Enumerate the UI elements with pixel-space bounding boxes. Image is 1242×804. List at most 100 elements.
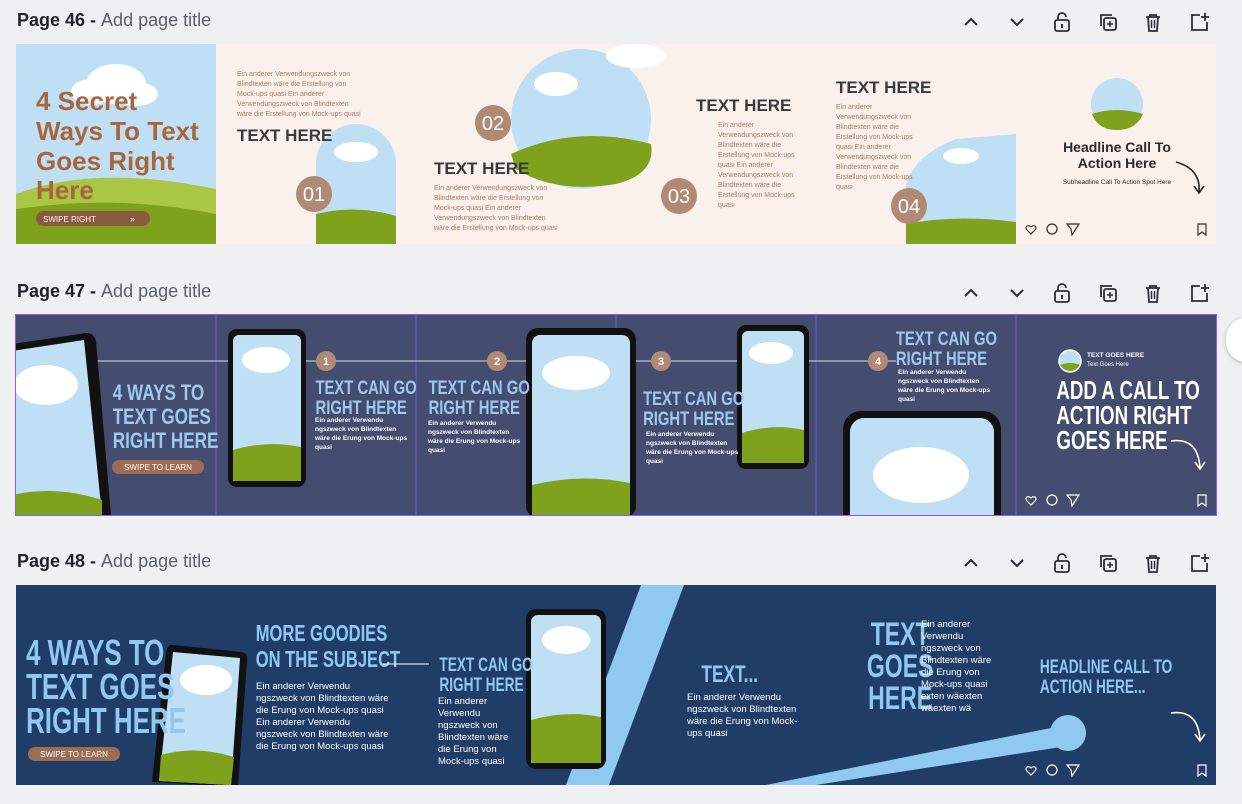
page-48-canvas[interactable]: 4 WAYS TO TEXT GOES RIGHT HERE SWIPE TO … xyxy=(16,585,1216,785)
delete-page-button[interactable] xyxy=(1139,8,1167,36)
phone-mockup xyxy=(526,609,606,769)
step-heading: TEXT HERE xyxy=(237,126,332,145)
cta-heading-line: GOES HERE xyxy=(1056,425,1167,455)
step-body-line: quasi xyxy=(898,396,915,403)
phone-mockup xyxy=(16,333,111,515)
page-title[interactable]: Page 46 - Add page title xyxy=(17,10,211,31)
page-title-placeholder[interactable]: Add page title xyxy=(101,281,211,301)
step-body-line: Blindtexten wäre xyxy=(438,732,508,743)
duplicate-page-button[interactable] xyxy=(1094,8,1122,36)
goodies-body-line: ngszweck von Blindtexten wäre xyxy=(256,693,389,704)
step-body-line: ups quasi xyxy=(687,728,728,739)
move-page-down-button[interactable] xyxy=(1003,549,1031,577)
step-body-line: Verwendungszweck von xyxy=(836,154,911,161)
page-title[interactable]: Page 47 - Add page title xyxy=(17,281,211,302)
swipe-label: SWIPE RIGHT xyxy=(43,215,96,224)
step-body-line: Mock-ups quasi Ein anderer xyxy=(237,91,325,98)
accent-circle xyxy=(1050,715,1086,751)
add-page-button[interactable] xyxy=(1185,549,1213,577)
step-body-line: die Erung von xyxy=(921,667,980,678)
move-page-down-button[interactable] xyxy=(1003,279,1031,307)
goodies-body-line: die Erung von Mock-ups quasi xyxy=(256,705,384,716)
step-body-line: exten wäexten xyxy=(921,691,982,702)
swipe-label: SWIPE TO LEARN xyxy=(40,750,108,759)
step-body-line: Verwendungszweck von xyxy=(718,172,793,179)
step-number: 04 xyxy=(898,196,920,218)
goodies-body-line: die Erung von Mock-ups quasi xyxy=(256,741,384,752)
side-scroll-handle[interactable] xyxy=(1226,318,1242,362)
step-body-line: quasi xyxy=(428,447,445,454)
step-body-line: ngszweck von Blindtexten xyxy=(428,429,509,436)
phone-mockup xyxy=(737,325,809,469)
delete-page-button[interactable] xyxy=(1139,549,1167,577)
step-number: 02 xyxy=(482,113,504,135)
step-heading-line: TEXT CAN GO xyxy=(643,388,744,409)
phone-mockup xyxy=(228,329,306,487)
step-heading-line: RIGHT HERE xyxy=(896,348,987,369)
duplicate-icon xyxy=(1100,555,1117,572)
step-body-line: Ein anderer xyxy=(718,122,755,129)
step-body-line: Ein anderer Verwendu xyxy=(687,692,781,703)
move-page-up-button[interactable] xyxy=(957,8,985,36)
step-body-line: Erstellung von Mock-ups xyxy=(718,152,795,159)
lock-page-button[interactable] xyxy=(1048,549,1076,577)
step-number: 4 xyxy=(875,356,882,368)
cta-heading-line: Action Here xyxy=(1078,155,1157,171)
add-page-button[interactable] xyxy=(1185,279,1213,307)
page-47-canvas[interactable]: 1 2 3 4 4 WAYS TO TEXT GOES RIGHT HERE S… xyxy=(15,314,1217,516)
page-46-canvas[interactable]: 4 Secret Ways To Text Goes Right Here SW… xyxy=(16,44,1216,244)
chevron-up-icon xyxy=(964,17,978,26)
goodies-body-line: ngszweck von Blindtexten wäre xyxy=(256,729,389,740)
goodies-body-line: Ein anderer Verwendu xyxy=(256,717,350,728)
step-body-line: ngszweck von Blindtexten xyxy=(315,426,396,433)
step-body-line: Ein anderer xyxy=(836,104,873,111)
step-body-line: Ein anderer Verwendu xyxy=(315,417,383,424)
step-body-line: quasi xyxy=(836,184,853,191)
duplicate-page-button[interactable] xyxy=(1094,279,1122,307)
page-46-header: Page 46 - Add page title xyxy=(0,0,1242,44)
step-body-line: ngszweck von Blindtexten xyxy=(687,704,796,715)
goodies-heading-line: ON THE SUBJECT xyxy=(256,647,401,672)
cover-title-line: 4 WAYS TO xyxy=(113,381,205,406)
step-body-line: Blindtexten wäre die xyxy=(718,182,781,189)
step-body-line: quasi xyxy=(315,444,332,451)
page-title[interactable]: Page 48 - Add page title xyxy=(17,551,211,572)
cover-title-line: 4 Secret xyxy=(36,86,138,116)
step-body-line: die Erung von xyxy=(438,744,497,755)
lock-page-button[interactable] xyxy=(1048,279,1076,307)
step-body-line: ngszweck von xyxy=(921,643,981,654)
cta-heading-line: ACTION HERE... xyxy=(1040,676,1146,698)
chevron-down-icon xyxy=(1010,559,1024,568)
cover-title-line: TEXT GOES xyxy=(113,405,211,430)
step-heading-line: TEXT CAN GO xyxy=(316,377,417,398)
cover-title-line: Here xyxy=(36,175,94,205)
step-body-line: Verwendungszweck von xyxy=(718,132,793,139)
profile-name: TEXT GOES HERE xyxy=(1087,352,1145,359)
add-page-button[interactable] xyxy=(1185,8,1213,36)
page-title-placeholder[interactable]: Add page title xyxy=(101,551,211,571)
step-body-line: Mock-ups quasi xyxy=(921,679,988,690)
step-body-line: ngszweck von Blindtexten xyxy=(898,378,979,385)
step-heading-line: TEXT CAN GO xyxy=(429,377,530,398)
move-page-down-button[interactable] xyxy=(1003,8,1031,36)
step-body-line: Blindtexten wäre xyxy=(921,655,991,666)
profile-handle: Text Goes Here xyxy=(1087,362,1129,368)
step-body-line: Blindtexten wäre die xyxy=(718,142,781,149)
step-body-line: Ein anderer Verwendungszweck von xyxy=(237,71,350,78)
cta-heading-line: Headline Call To xyxy=(1063,139,1171,155)
duplicate-page-button[interactable] xyxy=(1094,549,1122,577)
step-body-line: Verwendu xyxy=(438,708,480,719)
lock-page-button[interactable] xyxy=(1048,8,1076,36)
step-heading-line: RIGHT HERE xyxy=(429,397,520,418)
lock-icon xyxy=(1054,553,1070,573)
step-body-line: ngszweck von xyxy=(438,720,498,731)
delete-page-button[interactable] xyxy=(1139,279,1167,307)
move-page-up-button[interactable] xyxy=(957,549,985,577)
goodies-body-line: Ein anderer Verwendu xyxy=(256,681,350,692)
move-page-up-button[interactable] xyxy=(957,279,985,307)
step-body-line: wäre die Erstellung von Mock-ups quasi xyxy=(236,111,361,118)
step-body-line: wäexten wä xyxy=(920,703,972,714)
step-body-line: Erstellung von Mock-ups xyxy=(836,174,913,181)
step-body-line: Erstellung von Mock-ups xyxy=(718,192,795,199)
page-title-placeholder[interactable]: Add page title xyxy=(101,10,211,30)
